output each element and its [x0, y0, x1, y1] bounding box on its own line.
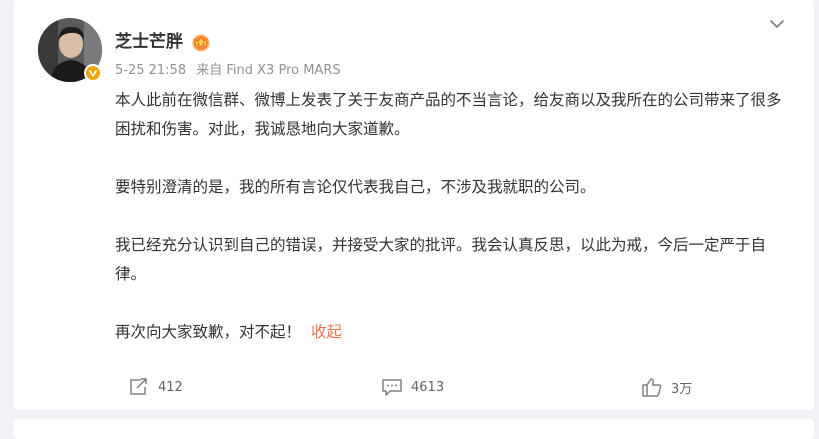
comment-icon	[382, 379, 402, 396]
repost-count: 412	[158, 379, 183, 395]
like-button[interactable]: 3万	[641, 376, 692, 398]
author-name[interactable]: 芝士芒胖	[115, 31, 183, 53]
repost-button[interactable]: 412	[128, 376, 183, 398]
like-count: 3万	[671, 381, 693, 397]
post-paragraph: 我已经充分认识到自己的错误，并接受大家的批评。我会认真反思，以此为戒，今后一定严…	[115, 236, 767, 283]
repost-icon	[130, 378, 147, 395]
comment-count: 4613	[411, 379, 445, 395]
avatar-container[interactable]	[38, 18, 102, 82]
verified-badge-icon	[84, 64, 102, 82]
chevron-down-icon[interactable]	[768, 16, 786, 30]
post-timestamp[interactable]: 5-25 21:58	[115, 63, 186, 78]
post-paragraph-last: 再次向大家致歉，对不起！ 收起	[115, 318, 795, 347]
post-content: 本人此前在微信群、微博上发表了关于友商产品的不当言论，给友商以及我所在的公司带来…	[115, 86, 795, 347]
post-source: 来自 Find X3 Pro MARS	[196, 63, 341, 78]
collapse-link[interactable]: 收起	[311, 323, 342, 341]
comment-button[interactable]: 4613	[381, 376, 444, 398]
crown-member-icon[interactable]	[190, 32, 212, 52]
post-paragraph: 再次向大家致歉，对不起！	[115, 323, 302, 341]
post-paragraph: 要特别澄清的是，我的所有言论仅代表我自己，不涉及我就职的公司。	[115, 178, 596, 196]
next-post-card	[14, 419, 814, 439]
post-paragraph: 本人此前在微信群、微博上发表了关于友商产品的不当言论，给友商以及我所在的公司带来…	[115, 91, 782, 138]
post-meta: 5-25 21:58 来自 Find X3 Pro MARS	[115, 62, 341, 80]
thumbs-up-icon	[642, 378, 662, 397]
